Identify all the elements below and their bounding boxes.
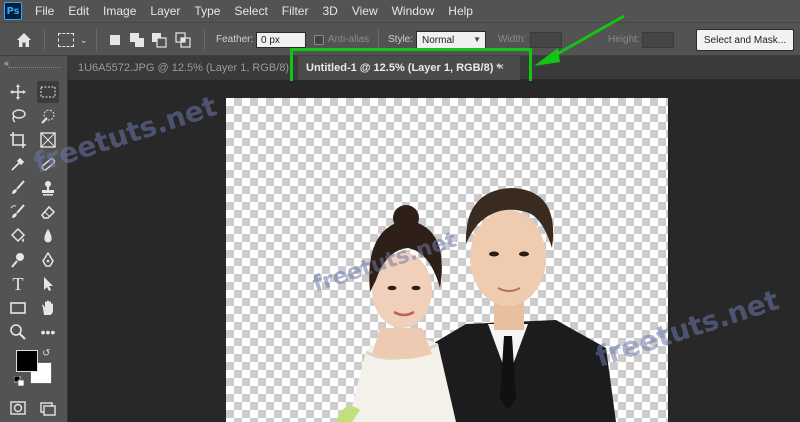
type-tool-icon[interactable]: T xyxy=(7,273,29,295)
rectangle-tool-icon[interactable] xyxy=(7,297,29,319)
default-colors-icon[interactable] xyxy=(14,376,24,386)
eraser-tool-icon[interactable] xyxy=(37,201,59,223)
subtract-from-selection-icon[interactable] xyxy=(150,31,168,49)
menu-filter[interactable]: Filter xyxy=(275,0,316,22)
annotation-arrow-icon xyxy=(534,14,625,66)
menu-window[interactable]: Window xyxy=(385,0,442,22)
history-brush-tool-icon[interactable] xyxy=(7,201,29,223)
foreground-color-swatch[interactable] xyxy=(16,350,38,372)
rectangular-marquee-preset-icon[interactable] xyxy=(58,33,74,47)
style-label: Style: xyxy=(388,34,414,45)
move-tool-icon[interactable] xyxy=(7,81,29,103)
add-to-selection-icon[interactable] xyxy=(128,31,146,49)
antialias-checkbox[interactable] xyxy=(314,35,324,45)
menu-file[interactable]: File xyxy=(28,0,61,22)
divider xyxy=(44,29,45,51)
tab-1u6a5572[interactable]: 1U6A5572.JPG @ 12.5% (Layer 1, RGB/8) * xyxy=(70,56,298,98)
screen-mode-icon[interactable] xyxy=(37,397,59,419)
menu-help[interactable]: Help xyxy=(441,0,480,22)
feather-label: Feather: xyxy=(216,34,254,45)
zoom-tool-icon[interactable] xyxy=(7,321,29,343)
crop-tool-icon[interactable] xyxy=(7,129,29,151)
photoshop-logo-icon[interactable]: Ps xyxy=(4,2,22,20)
swap-colors-icon[interactable]: ↺ xyxy=(42,348,50,359)
lasso-tool-icon[interactable] xyxy=(7,105,29,127)
tools-panel: « T ••• ↺ xyxy=(0,56,68,422)
menu-layer[interactable]: Layer xyxy=(143,0,187,22)
divider xyxy=(96,29,97,51)
panel-grip[interactable] xyxy=(8,67,60,69)
home-icon[interactable] xyxy=(14,30,34,50)
dodge-tool-icon[interactable] xyxy=(7,249,29,271)
pen-tool-icon[interactable] xyxy=(37,249,59,271)
marquee-tool-icon[interactable] xyxy=(37,81,59,103)
menu-image[interactable]: Image xyxy=(96,0,143,22)
chevron-down-icon[interactable]: ⌄ xyxy=(80,35,88,46)
chevron-down-icon: ▼ xyxy=(473,35,481,44)
paint-bucket-tool-icon[interactable] xyxy=(7,225,29,247)
menu-select[interactable]: Select xyxy=(227,0,274,22)
menu-edit[interactable]: Edit xyxy=(61,0,96,22)
new-selection-icon[interactable] xyxy=(106,31,124,49)
style-select[interactable]: Normal ▼ xyxy=(416,31,486,49)
path-selection-tool-icon[interactable] xyxy=(37,273,59,295)
menu-3d[interactable]: 3D xyxy=(315,0,344,22)
menu-view[interactable]: View xyxy=(345,0,385,22)
blur-tool-icon[interactable] xyxy=(37,225,59,247)
brush-tool-icon[interactable] xyxy=(7,177,29,199)
clone-stamp-tool-icon[interactable] xyxy=(37,177,59,199)
menu-type[interactable]: Type xyxy=(187,0,227,22)
eyedropper-tool-icon[interactable] xyxy=(7,153,29,175)
quick-selection-tool-icon[interactable] xyxy=(37,105,59,127)
quick-mask-icon[interactable] xyxy=(7,397,29,419)
select-and-mask-button[interactable]: Select and Mask... xyxy=(696,29,794,51)
height-input[interactable] xyxy=(642,32,674,48)
more-tools-icon[interactable]: ••• xyxy=(37,321,59,343)
intersect-selection-icon[interactable] xyxy=(174,31,192,49)
style-select-value: Normal xyxy=(422,35,455,46)
menu-bar: Ps File Edit Image Layer Type Select Fil… xyxy=(0,0,800,22)
hand-tool-icon[interactable] xyxy=(37,297,59,319)
feather-input[interactable]: 0 px xyxy=(256,32,306,48)
divider xyxy=(204,29,205,51)
antialias-label: Anti-alias xyxy=(328,34,370,45)
